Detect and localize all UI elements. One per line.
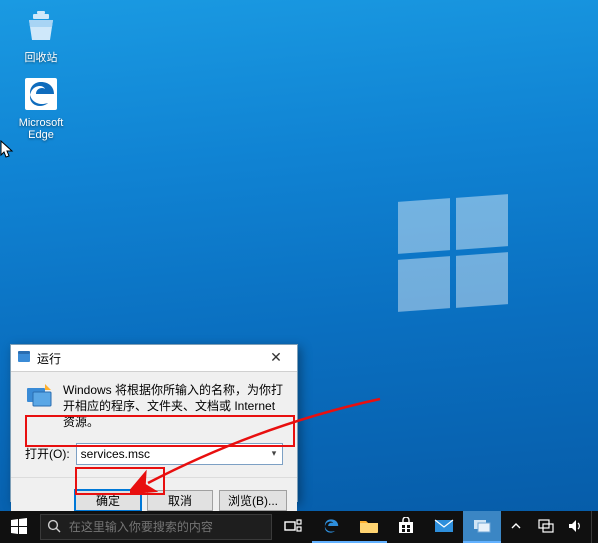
mouse-cursor-icon <box>0 140 14 160</box>
desktop-icon-edge[interactable]: Microsoft Edge <box>6 74 76 141</box>
volume-icon <box>568 519 584 536</box>
edge-icon <box>21 74 61 114</box>
run-body-icon <box>25 382 53 431</box>
search-icon <box>47 519 61 536</box>
windows-logo <box>398 200 510 312</box>
store-icon <box>397 517 415 538</box>
run-dialog-titlebar[interactable]: 运行 ✕ <box>11 345 297 372</box>
taskbar-app-explorer[interactable] <box>350 511 388 543</box>
run-description: Windows 将根据你所输入的名称，为你打开相应的程序、文件夹、文档或 Int… <box>63 382 283 431</box>
desktop: 回收站 Microsoft Edge 运行 ✕ Windows 将根据你 <box>0 0 598 543</box>
show-desktop-button[interactable] <box>591 511 598 543</box>
taskbar <box>0 511 598 543</box>
open-dropdown-button[interactable]: ▾ <box>266 448 282 459</box>
taskbar-app-edge[interactable] <box>312 511 350 543</box>
taskbar-search[interactable] <box>40 514 272 540</box>
open-input[interactable] <box>77 445 266 463</box>
edge-icon <box>321 516 341 539</box>
desktop-icon-label: Microsoft Edge <box>19 117 64 141</box>
ok-button[interactable]: 确定 <box>75 490 141 511</box>
mail-icon <box>434 519 454 536</box>
tray-network[interactable] <box>531 511 561 543</box>
desktop-icon-recycle-bin[interactable]: 回收站 <box>6 6 76 65</box>
desktop-icon-label: 回收站 <box>25 52 58 64</box>
windows-icon <box>11 518 27 537</box>
open-label: 打开(O): <box>25 445 70 462</box>
run-dialog-title: 运行 <box>37 350 259 367</box>
chevron-up-icon <box>511 520 521 534</box>
close-icon: ✕ <box>270 349 282 365</box>
chevron-down-icon: ▾ <box>272 448 277 458</box>
taskbar-app-store[interactable] <box>387 511 425 543</box>
folder-icon <box>359 518 379 537</box>
task-view-icon <box>284 519 302 536</box>
recycle-bin-icon <box>21 6 61 46</box>
taskbar-app-run[interactable] <box>463 511 501 543</box>
network-icon <box>538 519 554 536</box>
browse-button[interactable]: 浏览(B)... <box>219 490 287 511</box>
close-button[interactable]: ✕ <box>259 348 293 368</box>
task-view-button[interactable] <box>274 511 312 543</box>
taskbar-app-mail[interactable] <box>425 511 463 543</box>
start-button[interactable] <box>0 511 38 543</box>
run-dialog-icon <box>17 350 31 367</box>
tray-chevron[interactable] <box>501 511 531 543</box>
run-icon <box>473 519 491 536</box>
cancel-button[interactable]: 取消 <box>147 490 213 511</box>
run-dialog: 运行 ✕ Windows 将根据你所输入的名称，为你打开相应的程序、文件夹、文档… <box>10 344 298 502</box>
search-input[interactable] <box>67 519 265 535</box>
tray-volume[interactable] <box>561 511 591 543</box>
